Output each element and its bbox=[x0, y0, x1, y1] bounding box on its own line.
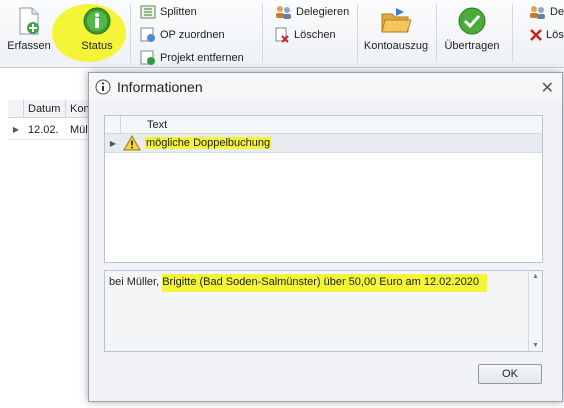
dialog-title-bar[interactable]: Informationen bbox=[89, 73, 562, 101]
op-zuordnen-label: OP zuordnen bbox=[160, 29, 225, 41]
delegieren-button[interactable]: Delegieren bbox=[274, 3, 349, 21]
splitten-button[interactable]: Splitten bbox=[140, 3, 197, 21]
assign-icon bbox=[140, 27, 155, 42]
checkmark-icon bbox=[458, 7, 486, 35]
kontoauszug-label: Kontoauszug bbox=[363, 40, 429, 52]
loeschen-label: Löschen bbox=[294, 29, 336, 41]
table-row[interactable]: ▶ mögliche Doppelbuchung bbox=[105, 134, 542, 153]
loeschen-label-cut: Lös bbox=[546, 29, 564, 41]
kontoauszug-button[interactable]: Kontoauszug bbox=[362, 6, 430, 52]
ok-button[interactable]: OK bbox=[478, 364, 542, 384]
new-document-icon bbox=[19, 7, 39, 35]
uebertragen-button[interactable]: Übertragen bbox=[442, 6, 502, 52]
status-label: Status bbox=[81, 40, 113, 52]
memo-scrollbar[interactable]: ▲ ▼ bbox=[528, 271, 542, 351]
memo-text: bei Müller, Brigitte (Bad Soden-Salmünst… bbox=[105, 271, 542, 293]
delegieren-button-2[interactable]: Del bbox=[528, 3, 564, 21]
delegate-users-icon bbox=[276, 6, 291, 19]
erfassen-button[interactable]: Erfassen bbox=[4, 6, 54, 52]
scroll-up-icon[interactable]: ▲ bbox=[529, 273, 542, 280]
row-text: mögliche Doppelbuchung bbox=[145, 137, 272, 149]
grid-header-datum[interactable]: Datum bbox=[24, 100, 66, 117]
status-button[interactable]: Status bbox=[74, 6, 120, 52]
loeschen-button[interactable]: Löschen bbox=[274, 26, 336, 44]
grid-row[interactable]: ▶ 12.02. Müll bbox=[8, 120, 96, 140]
row-indicator-icon: ▶ bbox=[109, 138, 117, 148]
ribbon-separator bbox=[130, 4, 131, 62]
loeschen-button-2[interactable]: Lös bbox=[530, 26, 564, 44]
ribbon-separator bbox=[436, 4, 437, 62]
split-icon bbox=[140, 5, 156, 19]
memo-highlighted-text: Brigitte (Bad Soden-Salmünster) über 50,… bbox=[162, 274, 487, 292]
projekt-entfernen-button[interactable]: Projekt entfernen bbox=[140, 49, 244, 67]
table-header-text[interactable]: Text bbox=[143, 116, 171, 133]
table-header-icon-col bbox=[121, 116, 143, 133]
erfassen-label: Erfassen bbox=[7, 40, 51, 52]
projekt-entfernen-label: Projekt entfernen bbox=[160, 52, 244, 64]
splitten-label: Splitten bbox=[160, 6, 197, 18]
grid-cell-datum: 12.02. bbox=[28, 123, 59, 136]
close-icon[interactable]: ✕ bbox=[541, 78, 554, 97]
info-circle-icon bbox=[95, 79, 111, 95]
memo-prefix: bei Müller, bbox=[109, 276, 163, 288]
table-indicator-header bbox=[105, 116, 121, 133]
uebertragen-label: Übertragen bbox=[444, 40, 500, 52]
op-zuordnen-button[interactable]: OP zuordnen bbox=[140, 26, 225, 44]
open-folder-icon bbox=[381, 8, 412, 33]
table-header: Text bbox=[105, 116, 542, 134]
grid-indicator-column bbox=[8, 100, 24, 117]
dialog-title: Informationen bbox=[117, 79, 203, 95]
ribbon-toolbar: Erfassen Status Splitten OP zuordnen Pro… bbox=[0, 0, 564, 68]
remove-project-icon bbox=[140, 50, 155, 65]
messages-table: Text ▶ mögliche Doppelbuchung bbox=[104, 115, 543, 263]
ribbon-separator bbox=[512, 4, 513, 62]
delegieren-label: Delegieren bbox=[296, 6, 350, 18]
ribbon-separator bbox=[262, 4, 263, 62]
delegate-users-icon bbox=[530, 6, 545, 19]
grid-header: Datum Kon bbox=[8, 100, 96, 118]
detail-memo[interactable]: bei Müller, Brigitte (Bad Soden-Salmünst… bbox=[104, 270, 543, 352]
ribbon-separator bbox=[357, 4, 358, 62]
delegieren-label-cut: Del bbox=[550, 6, 564, 18]
info-icon bbox=[83, 7, 111, 35]
informationen-dialog: Informationen ✕ Text ▶ mögliche Doppelbu… bbox=[88, 72, 563, 402]
scroll-down-icon[interactable]: ▼ bbox=[529, 342, 542, 349]
row-indicator-icon: ▶ bbox=[12, 125, 20, 134]
warning-icon bbox=[123, 135, 141, 151]
delete-icon bbox=[530, 29, 542, 41]
delete-document-icon bbox=[275, 27, 289, 43]
